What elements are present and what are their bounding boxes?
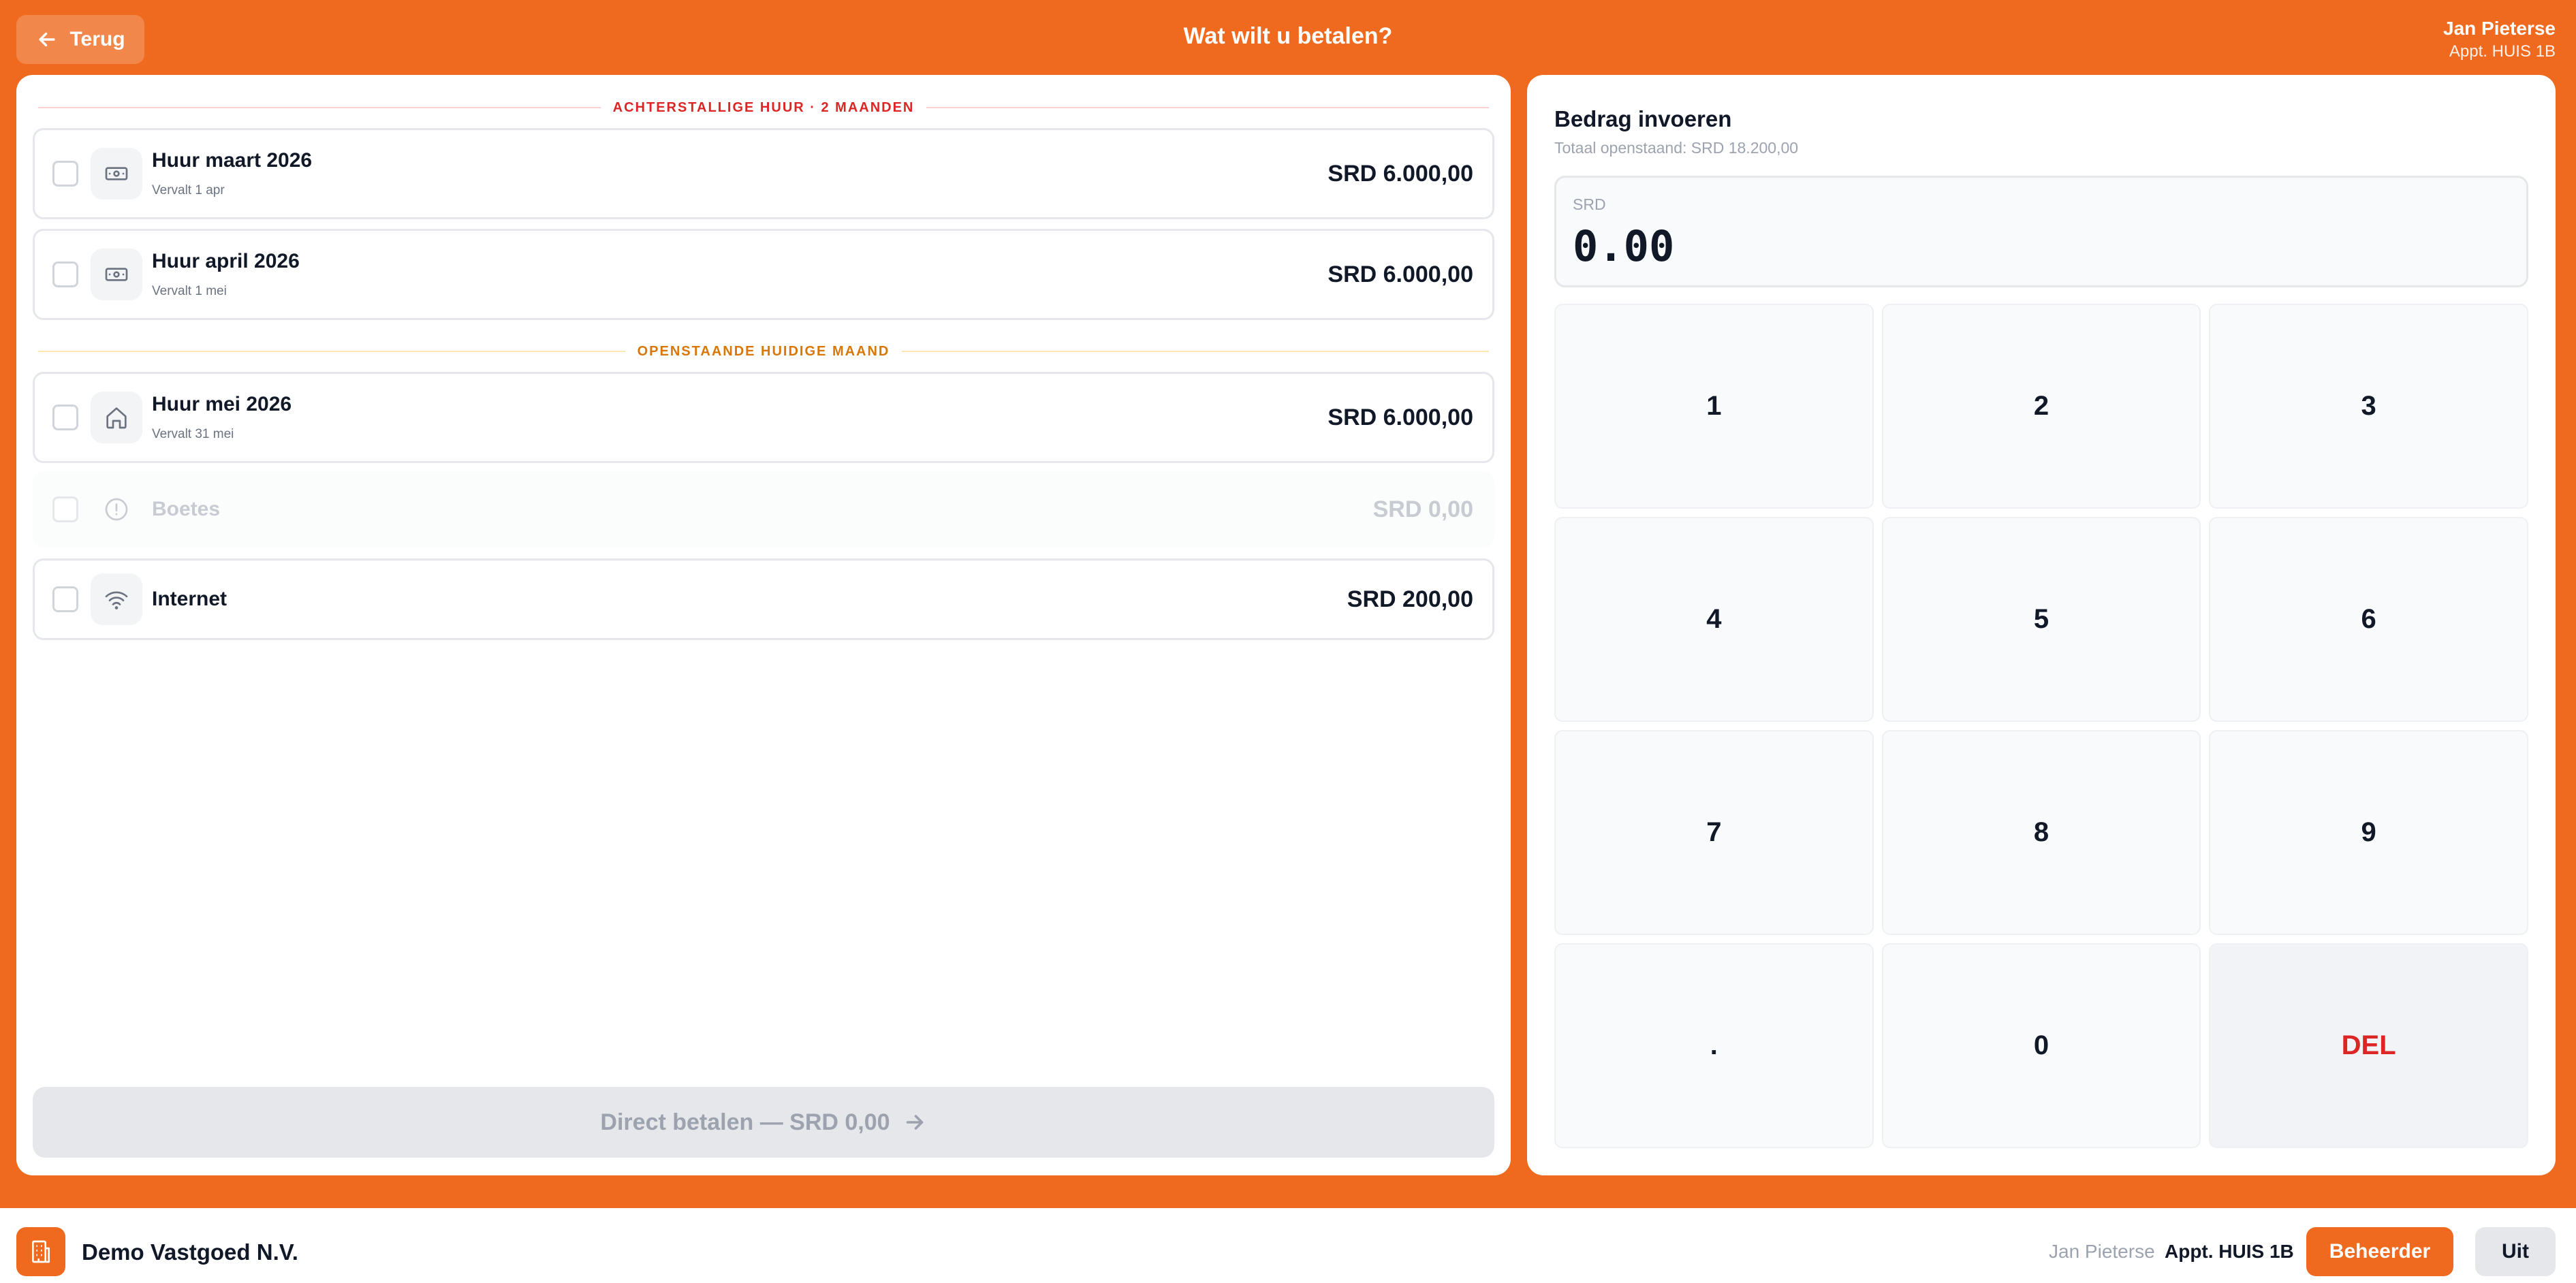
arrow-right-icon — [906, 1115, 923, 1130]
item-amount: SRD 6.000,00 — [1328, 261, 1473, 287]
amount-currency: SRD — [1573, 195, 1606, 213]
user-unit: Appt. HUIS 1B — [2449, 42, 2556, 61]
key-5[interactable]: 5 — [1881, 517, 2201, 722]
divider — [926, 107, 1490, 108]
item-checkbox[interactable] — [52, 586, 78, 612]
key-0[interactable]: 0 — [1881, 943, 2201, 1148]
user-name: Jan Pieterse — [2443, 18, 2556, 39]
money-icon — [91, 249, 142, 300]
item-title: Huur maart 2026 — [152, 149, 313, 172]
item-row-huur-maart[interactable]: Huur maart 2026 Vervalt 1 apr SRD 6.000,… — [33, 128, 1494, 219]
bottom-bar: Demo Vastgoed N.V. Jan Pieterse Appt. HU… — [0, 1208, 2576, 1283]
money-icon — [91, 148, 142, 200]
item-row-boetes: Boetes SRD 0,00 — [33, 471, 1494, 548]
pay-now-button[interactable]: Direct betalen — SRD 0,00 — [33, 1087, 1494, 1158]
key-4[interactable]: 4 — [1554, 517, 1874, 722]
key-1[interactable]: 1 — [1554, 304, 1874, 509]
page-title: Wat wilt u betalen? — [1183, 23, 1393, 49]
item-amount: SRD 200,00 — [1347, 586, 1473, 612]
top-bar: Terug Wat wilt u betalen? Jan Pieterse A… — [0, 0, 2576, 76]
key-decimal[interactable]: . — [1554, 943, 1874, 1148]
item-title: Boetes — [152, 498, 221, 520]
amount-entry-title: Bedrag invoeren — [1554, 106, 1732, 131]
item-checkbox[interactable] — [52, 161, 78, 187]
key-delete[interactable]: DEL — [2209, 943, 2528, 1148]
admin-button[interactable]: Beheerder — [2306, 1227, 2453, 1276]
key-3[interactable]: 3 — [2209, 304, 2528, 509]
item-due-date: Vervalt 1 mei — [152, 284, 227, 298]
item-amount: SRD 6.000,00 — [1328, 160, 1473, 187]
item-title: Huur april 2026 — [152, 250, 300, 272]
item-title: Internet — [152, 588, 227, 610]
section-current-label: OPENSTAANDE HUIDIGE MAAND — [637, 343, 890, 359]
item-row-internet[interactable]: Internet SRD 200,00 — [33, 558, 1494, 640]
home-icon — [91, 392, 142, 443]
exit-button[interactable]: Uit — [2475, 1227, 2556, 1276]
divider — [902, 351, 1490, 352]
item-due-date: Vervalt 31 mei — [152, 427, 234, 441]
building-icon — [16, 1227, 65, 1276]
item-row-huur-mei[interactable]: Huur mei 2026 Vervalt 31 mei SRD 6.000,0… — [33, 372, 1494, 463]
numeric-keypad: 1 2 3 4 5 6 7 8 9 . 0 DEL — [1554, 304, 2528, 1148]
item-due-date: Vervalt 1 apr — [152, 183, 225, 197]
alert-circle-icon — [91, 484, 142, 535]
section-arrears: ACHTERSTALLIGE HUUR · 2 MAANDEN — [38, 97, 1490, 118]
amount-entry-panel: Bedrag invoeren Totaal openstaand: SRD 1… — [1527, 75, 2556, 1175]
section-current-month: OPENSTAANDE HUIDIGE MAAND — [38, 341, 1490, 362]
total-outstanding: Totaal openstaand: SRD 18.200,00 — [1554, 139, 1799, 157]
divider — [38, 351, 625, 352]
company-name: Demo Vastgoed N.V. — [82, 1239, 298, 1265]
item-title: Huur mei 2026 — [152, 393, 292, 415]
item-checkbox — [52, 496, 78, 522]
user-info: Jan Pieterse Appt. HUIS 1B — [2443, 18, 2556, 61]
key-6[interactable]: 6 — [2209, 517, 2528, 722]
divider — [38, 107, 601, 108]
item-checkbox[interactable] — [52, 262, 78, 287]
item-amount: SRD 0,00 — [1372, 496, 1473, 522]
section-arrears-label: ACHTERSTALLIGE HUUR · 2 MAANDEN — [612, 99, 915, 115]
payment-items-panel: ACHTERSTALLIGE HUUR · 2 MAANDEN Huur maa… — [16, 75, 1511, 1175]
key-2[interactable]: 2 — [1881, 304, 2201, 509]
footer-user-name: Jan Pieterse — [2049, 1241, 2155, 1262]
key-8[interactable]: 8 — [1881, 730, 2201, 935]
pay-now-label: Direct betalen — SRD 0,00 — [600, 1109, 890, 1135]
amount-input[interactable]: SRD 0.00 — [1554, 176, 2528, 287]
key-7[interactable]: 7 — [1554, 730, 1874, 935]
key-9[interactable]: 9 — [2209, 730, 2528, 935]
amount-value: 0.00 — [1573, 221, 1675, 271]
item-checkbox[interactable] — [52, 405, 78, 430]
item-row-huur-april[interactable]: Huur april 2026 Vervalt 1 mei SRD 6.000,… — [33, 229, 1494, 320]
item-amount: SRD 6.000,00 — [1328, 404, 1473, 430]
wifi-icon — [91, 573, 142, 625]
footer-unit: Appt. HUIS 1B — [2165, 1241, 2294, 1262]
